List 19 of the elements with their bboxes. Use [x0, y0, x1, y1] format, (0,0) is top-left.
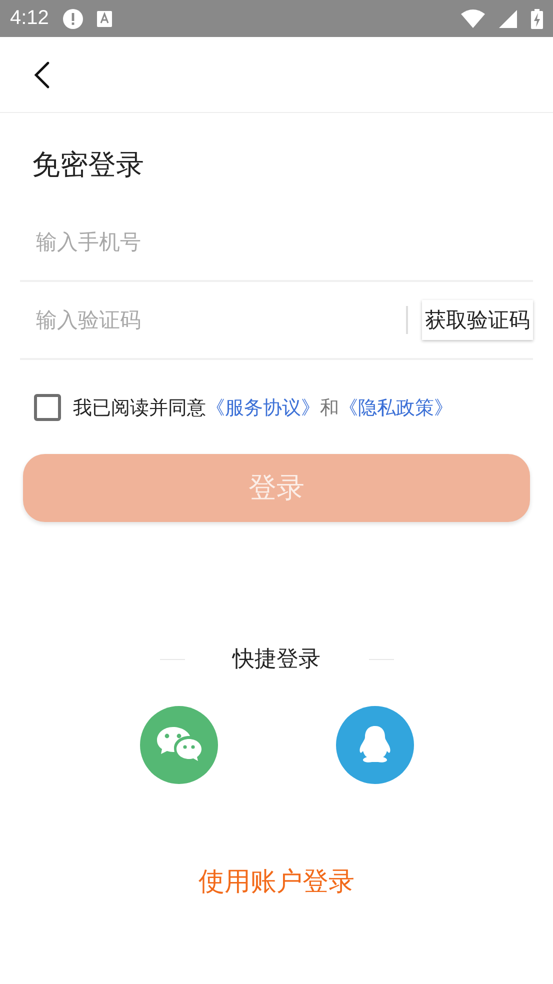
page-title: 免密登录	[32, 147, 145, 183]
signal-icon	[499, 10, 517, 28]
service-agreement-link[interactable]: 《服务协议》	[206, 394, 320, 420]
clock-time: 4:12	[10, 7, 49, 30]
penguin-icon	[358, 725, 392, 765]
account-login-link[interactable]: 使用账户登录	[198, 864, 354, 899]
connector-text: 和	[320, 396, 339, 420]
code-field[interactable]: 输入验证码	[20, 307, 406, 333]
battery-icon	[531, 8, 543, 28]
get-code-button[interactable]: 获取验证码	[422, 300, 533, 340]
quick-login-label: 快捷登录	[232, 646, 320, 674]
wifi-icon	[461, 9, 485, 28]
keyboard-letter-icon	[96, 10, 112, 26]
phone-field[interactable]: 输入手机号	[20, 229, 533, 255]
agreement-text: 我已阅读并同意	[73, 396, 206, 420]
back-icon[interactable]	[34, 60, 50, 88]
privacy-policy-link[interactable]: 《隐私政策》	[339, 394, 453, 420]
alert-icon	[62, 8, 83, 28]
agreement-checkbox[interactable]	[34, 394, 61, 421]
